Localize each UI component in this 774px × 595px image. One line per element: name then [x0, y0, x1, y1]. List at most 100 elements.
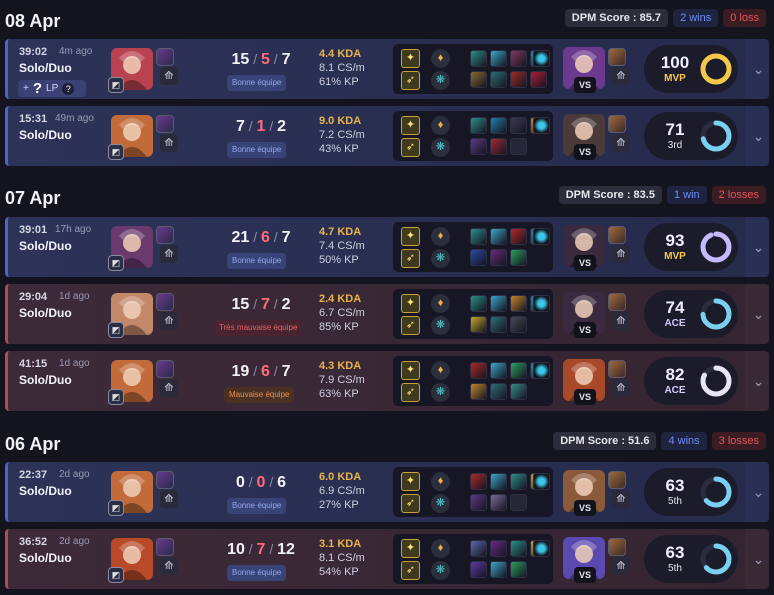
match-row[interactable]: 39:01 17h ago Solo/Duo ⟰ ◩ 21 / 6 / 7 Bonne é…	[5, 217, 769, 277]
score-rank: 3rd	[667, 140, 683, 151]
trinket-icon[interactable]	[533, 50, 550, 67]
item-slot-icon[interactable]	[490, 228, 507, 245]
build-panel[interactable]: ✦ ➶ ♦ ❋	[393, 44, 553, 94]
losses-badge: 0 loss	[723, 9, 766, 27]
match-duration: 41:15	[19, 358, 48, 370]
match-row[interactable]: 41:15 1d ago Solo/Duo ⟰ ◩ 19 / 6 / 7 Mauvaise…	[5, 351, 769, 411]
team-rating-badge: Bonne équipe	[227, 253, 287, 269]
item-slot-icon[interactable]	[470, 228, 487, 245]
item-slot-icon[interactable]	[510, 540, 527, 557]
performance-score[interactable]: 63 5th	[644, 468, 738, 516]
queue-type: Solo/Duo	[19, 484, 72, 498]
item-slot-icon[interactable]	[490, 561, 507, 578]
help-icon[interactable]: ?	[62, 82, 75, 95]
performance-score[interactable]: 63 5th	[644, 535, 738, 583]
performance-score[interactable]: 82 ACE	[644, 357, 738, 405]
build-panel[interactable]: ✦ ➶ ♦ ❋	[393, 534, 553, 584]
item-slot-icon[interactable]	[470, 316, 487, 333]
item-slot-icon[interactable]	[470, 50, 487, 67]
separator: /	[244, 474, 257, 490]
build-panel[interactable]: ✦ ➶ ♦ ❋	[393, 222, 553, 272]
champion-spell-icon	[156, 226, 174, 244]
item-slot-icon[interactable]	[510, 494, 527, 511]
keystone-rune-icon: ◩	[108, 255, 124, 271]
expand-chevron-icon[interactable]: ⌄	[745, 529, 769, 589]
trinket-icon[interactable]	[533, 117, 550, 134]
performance-score[interactable]: 74 ACE	[644, 290, 738, 338]
score-ring	[700, 476, 732, 508]
performance-score[interactable]: 100 MVP	[644, 45, 738, 93]
day-title: 07 Apr	[5, 188, 61, 208]
item-slot-icon[interactable]	[470, 362, 487, 379]
team-rating-badge: Bonne équipe	[227, 565, 287, 581]
item-slot-icon[interactable]	[510, 117, 527, 134]
kills: 7	[235, 118, 245, 135]
expand-chevron-icon[interactable]: ⌄	[745, 106, 769, 166]
item-slot-icon[interactable]	[510, 249, 527, 266]
trinket-icon[interactable]	[533, 362, 550, 379]
item-slot-icon[interactable]	[490, 117, 507, 134]
item-slot-icon[interactable]	[490, 473, 507, 490]
trinket-icon[interactable]	[533, 295, 550, 312]
build-panel[interactable]: ✦ ➶ ♦ ❋	[393, 289, 553, 339]
performance-score[interactable]: 71 3rd	[644, 112, 738, 160]
item-slot-icon[interactable]	[470, 71, 487, 88]
losses-badge: 3 losses	[711, 432, 766, 450]
kda-score: 19 / 6 / 7	[213, 363, 309, 381]
item-slot-icon[interactable]	[470, 295, 487, 312]
item-slot-icon[interactable]	[490, 295, 507, 312]
item-slot-icon[interactable]	[490, 50, 507, 67]
item-slot-icon[interactable]	[490, 316, 507, 333]
item-slot-icon[interactable]	[470, 540, 487, 557]
item-slot-icon[interactable]	[510, 473, 527, 490]
item-slot-icon[interactable]	[510, 316, 527, 333]
deaths: 6	[260, 363, 270, 380]
item-slot-icon[interactable]	[490, 249, 507, 266]
lp-label: LP	[46, 83, 59, 94]
match-row[interactable]: 22:37 2d ago Solo/Duo ⟰ ◩ 0 / 0 / 6 Bonne équ…	[5, 462, 769, 522]
item-slot-icon[interactable]	[510, 50, 527, 67]
expand-chevron-icon[interactable]: ⌄	[745, 217, 769, 277]
item-slot-icon[interactable]	[490, 362, 507, 379]
item-slot-icon[interactable]	[490, 138, 507, 155]
expand-chevron-icon[interactable]: ⌄	[745, 284, 769, 344]
match-row[interactable]: 39:02 4m ago Solo/Duo +? LP? ⟰ ◩ 15 / 5 / 7 Bon…	[5, 39, 769, 99]
kda-score: 7 / 1 / 2	[213, 118, 309, 136]
item-slot-icon[interactable]	[510, 71, 527, 88]
build-panel[interactable]: ✦ ➶ ♦ ❋	[393, 356, 553, 406]
item-slot-icon[interactable]	[510, 383, 527, 400]
item-slot-icon[interactable]	[470, 561, 487, 578]
expand-chevron-icon[interactable]: ⌄	[745, 462, 769, 522]
trinket-icon[interactable]	[533, 473, 550, 490]
item-slot-icon[interactable]	[530, 71, 547, 88]
item-slot-icon[interactable]	[510, 561, 527, 578]
item-slot-icon[interactable]	[490, 383, 507, 400]
match-row[interactable]: 36:52 2d ago Solo/Duo ⟰ ◩ 10 / 7 / 12 Bonne é…	[5, 529, 769, 589]
item-slot-icon[interactable]	[490, 71, 507, 88]
item-slot-icon[interactable]	[510, 138, 527, 155]
item-slot-icon[interactable]	[470, 473, 487, 490]
item-slot-icon[interactable]	[510, 228, 527, 245]
expand-chevron-icon[interactable]: ⌄	[745, 39, 769, 99]
performance-score[interactable]: 93 MVP	[644, 223, 738, 271]
trinket-icon[interactable]	[533, 228, 550, 245]
item-slot-icon[interactable]	[510, 362, 527, 379]
build-panel[interactable]: ✦ ➶ ♦ ❋	[393, 467, 553, 517]
secondary-rune-icon: ❋	[431, 561, 450, 580]
trinket-icon[interactable]	[533, 540, 550, 557]
expand-chevron-icon[interactable]: ⌄	[745, 351, 769, 411]
build-panel[interactable]: ✦ ➶ ♦ ❋	[393, 111, 553, 161]
item-slot-icon[interactable]	[490, 540, 507, 557]
item-slot-icon[interactable]	[470, 383, 487, 400]
item-slot-icon[interactable]	[470, 117, 487, 134]
cs-per-min: 7.2 CS/m	[319, 129, 365, 141]
item-slot-icon[interactable]	[510, 295, 527, 312]
match-row[interactable]: 15:31 49m ago Solo/Duo ⟰ ◩ 7 / 1 / 2 Bonne éq…	[5, 106, 769, 166]
match-row[interactable]: 29:04 1d ago Solo/Duo ⟰ ◩ 15 / 7 / 2 Très mau…	[5, 284, 769, 344]
item-slot-icon[interactable]	[490, 494, 507, 511]
item-slot-icon[interactable]	[470, 494, 487, 511]
item-slot-icon[interactable]	[470, 249, 487, 266]
role-icon: ⟰	[160, 134, 178, 152]
item-slot-icon[interactable]	[470, 138, 487, 155]
lp-badge[interactable]: +? LP?	[18, 80, 86, 97]
